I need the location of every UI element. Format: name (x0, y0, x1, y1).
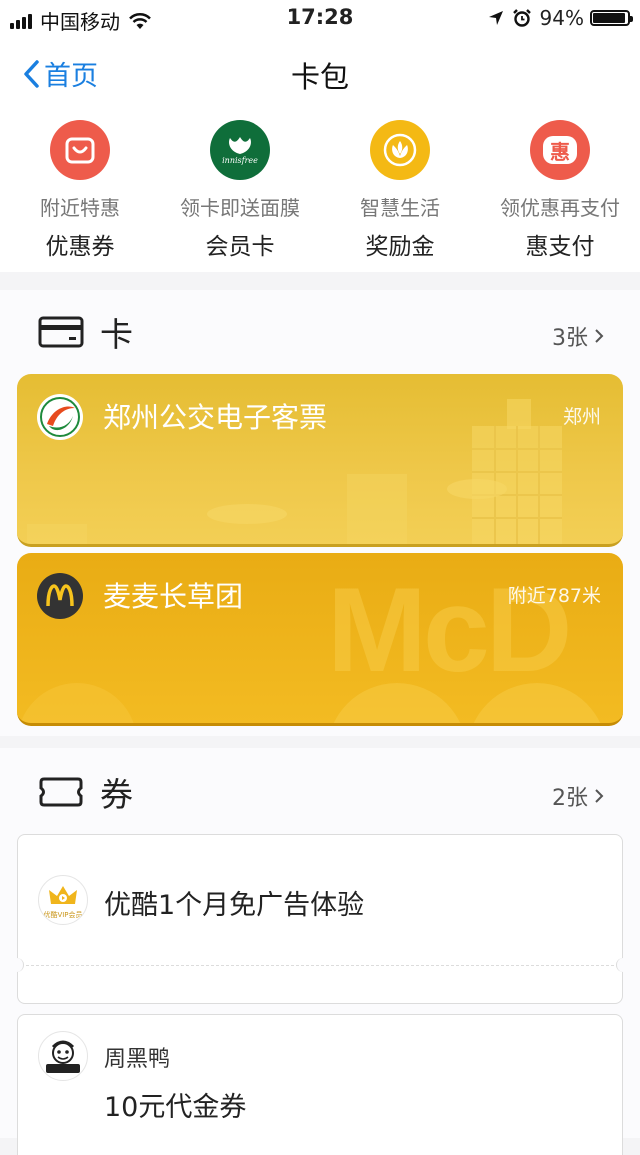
quick-action-hui-pay[interactable]: 惠 领优惠再支付 惠支付 (480, 120, 640, 261)
coupon-perforation (26, 965, 614, 966)
coupons-count-link[interactable]: 2张 (552, 780, 604, 812)
innisfree-logo-text: innisfree (222, 155, 258, 165)
quick-action-title: 奖励金 (365, 234, 435, 260)
page-title: 卡包 (290, 60, 349, 94)
youku-coupon[interactable]: 优酷VIP会员 优酷1个月免广告体验 (11, 834, 629, 1004)
cards-section-header: 卡 (38, 300, 133, 364)
card-icon (38, 316, 84, 348)
hui-glyph: 惠 (543, 136, 577, 164)
coupons-section-header: 券 (38, 760, 133, 824)
innisfree-logo-icon: innisfree (210, 120, 270, 180)
quick-action-member-card[interactable]: innisfree 领卡即送面膜 会员卡 (160, 120, 320, 261)
quick-action-title: 会员卡 (205, 234, 275, 260)
section-title: 券 (100, 775, 133, 814)
cards-count-link[interactable]: 3张 (552, 320, 604, 352)
perforation-notch-right (616, 958, 629, 972)
quick-action-subtitle: 领卡即送面膜 (180, 196, 300, 220)
zhouheiya-logo-icon (38, 1031, 88, 1081)
card-name: 郑州公交电子客票 (103, 401, 328, 434)
coupon-title: 优酷1个月免广告体验 (104, 890, 365, 921)
navigation-bar: 首页 卡包 (0, 36, 640, 108)
section-title: 卡 (100, 315, 133, 354)
status-right: 94% (488, 6, 633, 30)
reward-leaf-icon (370, 120, 430, 180)
location-arrow-icon (488, 11, 503, 25)
card-name: 麦麦长草团 (103, 580, 244, 613)
quick-action-coupon[interactable]: 附近特惠 优惠券 (0, 120, 160, 261)
quick-action-title: 优惠券 (45, 234, 115, 260)
perforation-notch-left (11, 958, 24, 972)
bus-card[interactable]: 郑州公交电子客票 郑州 (17, 374, 623, 547)
ticket-icon (39, 777, 83, 807)
youku-badge-text: 优酷VIP会员 (43, 911, 83, 919)
status-bar: 中国移动 17:28 94% (0, 0, 640, 36)
battery-icon (590, 10, 633, 26)
quick-action-subtitle: 智慧生活 (360, 196, 440, 220)
coupons-count: 2张 (552, 786, 588, 811)
hui-pay-icon: 惠 (530, 120, 590, 180)
card-city-tag: 郑州 (562, 406, 601, 428)
chevron-right-icon (595, 329, 604, 343)
alarm-icon (512, 9, 531, 27)
cards-section: 卡 3张 郑州公交电子客票 郑州 McD 麦麦长草团 附近787米 (0, 290, 640, 736)
zhengzhou-bus-logo-icon (37, 394, 83, 440)
quick-action-subtitle: 领优惠再支付 (500, 196, 620, 220)
coupon-bag-icon (50, 120, 110, 180)
coupons-section: 券 2张 优酷VIP会员 优酷1个月免广告体验 周黑鸭 10元代金券 (0, 748, 640, 1155)
cards-count: 3张 (552, 326, 588, 351)
coupon-title: 10元代金券 (104, 1092, 247, 1123)
chevron-right-icon (595, 789, 604, 803)
coupon-brand: 周黑鸭 (104, 1047, 171, 1072)
quick-actions: 附近特惠 优惠券 innisfree 领卡即送面膜 会员卡 智慧生活 奖励金 惠… (0, 108, 640, 272)
quick-action-subtitle: 附近特惠 (40, 196, 120, 220)
youku-vip-crown-icon: 优酷VIP会员 (38, 875, 88, 925)
mcdonalds-logo-icon (37, 573, 83, 619)
quick-action-title: 惠支付 (525, 234, 595, 260)
mcdonalds-card[interactable]: McD 麦麦长草团 附近787米 (17, 553, 623, 726)
zhouheiya-coupon[interactable]: 周黑鸭 10元代金券 (17, 1014, 623, 1155)
battery-percent: 94% (539, 6, 584, 30)
card-distance: 附近787米 (507, 585, 601, 607)
quick-action-reward[interactable]: 智慧生活 奖励金 (320, 120, 480, 261)
